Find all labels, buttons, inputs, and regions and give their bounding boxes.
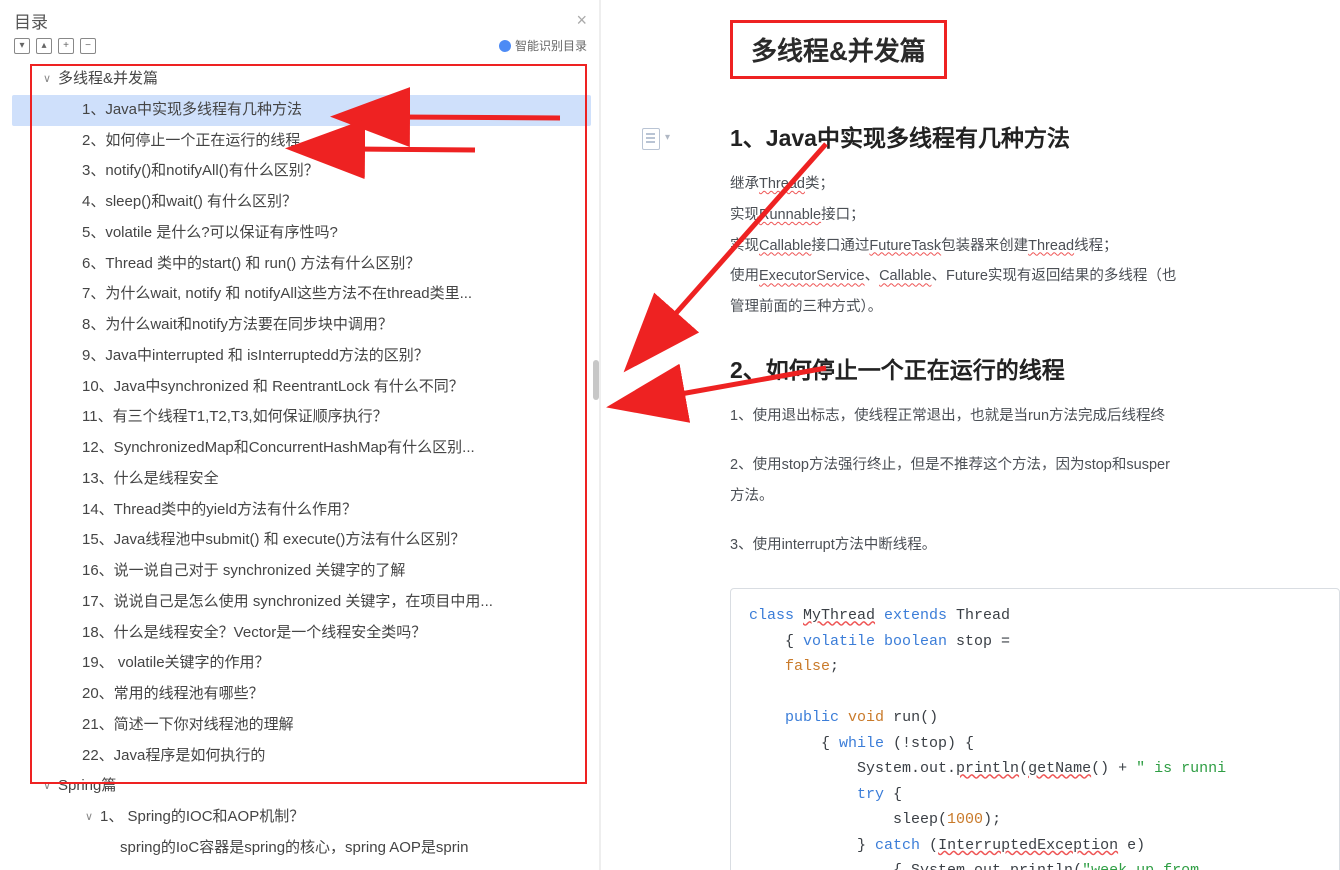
outline-section[interactable]: ∨Spring篇 [12, 771, 591, 802]
outline-item-label: 4、sleep()和wait() 有什么区别？ [82, 187, 297, 218]
section-heading-2: 2、如何停止一个正在运行的线程 [730, 351, 1340, 385]
paragraph: 使用ExecutorService、Callable、Future实现有返回结果… [730, 263, 1340, 290]
outline-item-label: 19、 volatile关键字的作用？ [82, 648, 270, 679]
outline-item[interactable]: 4、sleep()和wait() 有什么区别？ [12, 187, 591, 218]
section-heading-1: 1、Java中实现多线程有几种方法 [730, 119, 1340, 153]
outline-item-label: 2、如何停止一个正在运行的线程 [82, 126, 300, 157]
outline-item[interactable]: 14、Thread类中的yield方法有什么作用？ [12, 495, 591, 526]
paragraph: 实现Callable接口通过FutureTask包装器来创建Thread线程； [730, 233, 1340, 260]
outline-item-label: 6、Thread 类中的start() 和 run() 方法有什么区别？ [82, 249, 420, 280]
outline-item[interactable]: 19、 volatile关键字的作用？ [12, 648, 591, 679]
document-content: 多线程&并发篇 1、Java中实现多线程有几种方法 继承Thread类； 实现Ru… [700, 0, 1340, 870]
outline-item-label: 9、Java中interrupted 和 isInterruptedd方法的区别… [82, 341, 429, 372]
outline-item-label: 14、Thread类中的yield方法有什么作用？ [82, 495, 357, 526]
page-icon[interactable] [642, 128, 660, 150]
outline-item-label: 21、简述一下你对线程池的理解 [82, 710, 294, 741]
outline-item[interactable]: 7、为什么wait, notify 和 notifyAll这些方法不在threa… [12, 279, 591, 310]
paragraph: 1、使用退出标志，使线程正常退出，也就是当run方法完成后线程终 [730, 403, 1340, 430]
outline-section-label: Spring篇 [58, 771, 116, 802]
outline-item[interactable]: 9、Java中interrupted 和 isInterruptedd方法的区别… [12, 341, 591, 372]
chevron-down-icon: ∨ [82, 806, 96, 829]
outline-item-label: 1、 Spring的IOC和AOP机制？ [100, 802, 304, 833]
outline-item-label: 18、什么是线程安全？Vector是一个线程安全类吗？ [82, 618, 426, 649]
outline-item[interactable]: 2、如何停止一个正在运行的线程 [12, 126, 591, 157]
outline-item-label: 20、常用的线程池有哪些？ [82, 679, 264, 710]
paragraph: 实现Runnable接口； [730, 202, 1340, 229]
outline-item-label: 16、说一说自己对于 synchronized 关键字的了解 [82, 556, 405, 587]
outline-item-label: 17、说说自己是怎么使用 synchronized 关键字，在项目中用... [82, 587, 493, 618]
outline-item[interactable]: 17、说说自己是怎么使用 synchronized 关键字，在项目中用... [12, 587, 591, 618]
add-node-icon[interactable]: + [58, 38, 74, 54]
smart-outline-button[interactable]: 智能识别目录 [499, 37, 587, 54]
doc-title: 多线程&并发篇 [751, 31, 926, 68]
outline-subitem[interactable]: spring的IoC容器是spring的核心，spring AOP是sprin [12, 833, 591, 864]
outline-section[interactable]: ∨多线程&并发篇 [12, 64, 591, 95]
annotation-box-title: 多线程&并发篇 [730, 20, 947, 79]
outline-item-label: 13、什么是线程安全 [82, 464, 219, 495]
outline-item-label: 5、volatile 是什么?可以保证有序性吗? [82, 218, 338, 249]
expand-all-icon[interactable]: ▴ [36, 38, 52, 54]
paragraph: 方法。 [730, 483, 1340, 510]
outline-item-label: 11、有三个线程T1,T2,T3,如何保证顺序执行？ [82, 402, 388, 433]
outline-item[interactable]: 21、简述一下你对线程池的理解 [12, 710, 591, 741]
paragraph: 管理前面的三种方式）。 [730, 294, 1340, 321]
chevron-down-icon: ∨ [40, 775, 54, 798]
gutter: ▾ [600, 0, 700, 870]
chevron-down-icon: ∨ [40, 68, 54, 91]
outline-tree: ∨多线程&并发篇 1、Java中实现多线程有几种方法2、如何停止一个正在运行的线… [12, 64, 591, 864]
outline-item[interactable]: 22、Java程序是如何执行的 [12, 741, 591, 772]
paragraph: 2、使用stop方法强行终止，但是不推荐这个方法，因为stop和susper [730, 452, 1340, 479]
outline-item-label: 1、Java中实现多线程有几种方法 [82, 95, 302, 126]
chevron-down-icon[interactable]: ▾ [665, 132, 670, 143]
outline-panel: 目录 × ▾ ▴ + − 智能识别目录 ∨多线程&并发篇 1、Java中实现多线… [0, 0, 600, 870]
outline-item[interactable]: 16、说一说自己对于 synchronized 关键字的了解 [12, 556, 591, 587]
outline-item[interactable]: 1、Java中实现多线程有几种方法 [12, 95, 591, 126]
smart-dot-icon [499, 40, 511, 52]
outline-item[interactable]: 12、SynchronizedMap和ConcurrentHashMap有什么区… [12, 433, 591, 464]
code-block: class MyThread extends Thread { volatile… [730, 588, 1340, 870]
outline-item[interactable]: 3、notify()和notifyAll()有什么区别？ [12, 156, 591, 187]
outline-item[interactable]: 20、常用的线程池有哪些？ [12, 679, 591, 710]
outline-item-label: 8、为什么wait和notify方法要在同步块中调用？ [82, 310, 393, 341]
outline-item[interactable]: 18、什么是线程安全？Vector是一个线程安全类吗？ [12, 618, 591, 649]
outline-item-label: 12、SynchronizedMap和ConcurrentHashMap有什么区… [82, 433, 475, 464]
outline-item-label: 15、Java线程池中submit() 和 execute()方法有什么区别？ [82, 525, 465, 556]
outline-item-label: 7、为什么wait, notify 和 notifyAll这些方法不在threa… [82, 279, 472, 310]
outline-item-label: 22、Java程序是如何执行的 [82, 741, 265, 772]
outline-item-label: spring的IoC容器是spring的核心，spring AOP是sprin [120, 833, 468, 864]
outline-item[interactable]: 5、volatile 是什么?可以保证有序性吗? [12, 218, 591, 249]
smart-outline-label: 智能识别目录 [515, 37, 587, 54]
outline-item[interactable]: 13、什么是线程安全 [12, 464, 591, 495]
outline-item[interactable]: 8、为什么wait和notify方法要在同步块中调用？ [12, 310, 591, 341]
outline-section-label: 多线程&并发篇 [58, 64, 158, 95]
scrollbar-thumb[interactable] [593, 360, 599, 400]
outline-item[interactable]: ∨1、 Spring的IOC和AOP机制？ [12, 802, 591, 833]
outline-item-label: 10、Java中synchronized 和 ReentrantLock 有什么… [82, 372, 464, 403]
outline-item[interactable]: 15、Java线程池中submit() 和 execute()方法有什么区别？ [12, 525, 591, 556]
outline-item-label: 3、notify()和notifyAll()有什么区别？ [82, 156, 319, 187]
outline-item[interactable]: 11、有三个线程T1,T2,T3,如何保证顺序执行？ [12, 402, 591, 433]
paragraph: 继承Thread类； [730, 171, 1340, 198]
remove-node-icon[interactable]: − [80, 38, 96, 54]
collapse-all-icon[interactable]: ▾ [14, 38, 30, 54]
outline-item[interactable]: 6、Thread 类中的start() 和 run() 方法有什么区别？ [12, 249, 591, 280]
outline-item[interactable]: 10、Java中synchronized 和 ReentrantLock 有什么… [12, 372, 591, 403]
close-icon[interactable]: × [576, 10, 587, 31]
outline-title: 目录 [14, 8, 48, 33]
paragraph: 3、使用interrupt方法中断线程。 [730, 532, 1340, 559]
